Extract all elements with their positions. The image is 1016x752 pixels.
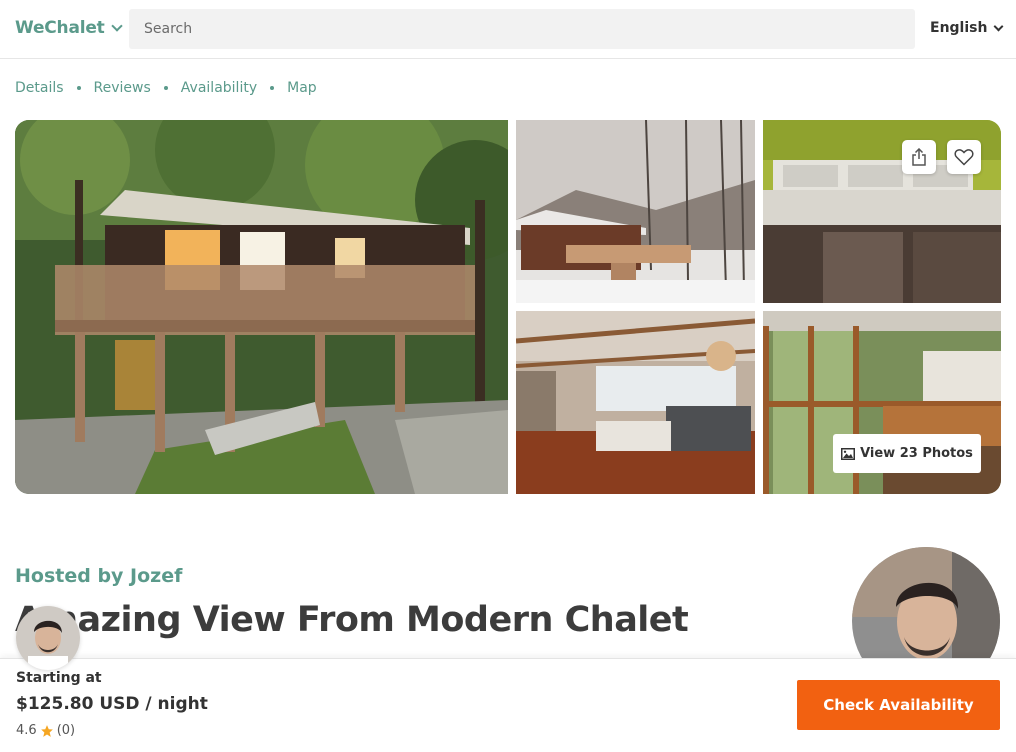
nav-availability[interactable]: Availability (181, 80, 257, 96)
share-icon (912, 148, 926, 166)
nav-details[interactable]: Details (15, 80, 64, 96)
check-availability-button[interactable]: Check Availability (797, 680, 1000, 730)
rating-value: 4.6 (16, 723, 37, 738)
view-photos-button[interactable]: View 23 Photos (833, 434, 981, 473)
language-selector[interactable]: English (930, 20, 1004, 36)
nav-separator (163, 86, 168, 90)
booking-bar: Starting at $125.80 USD / night 4.6 (0) … (0, 658, 1016, 752)
photo-exterior-winter[interactable] (516, 120, 755, 303)
main-photo[interactable] (15, 120, 508, 494)
brand-name: WeChalet (15, 18, 105, 38)
search-input[interactable] (129, 9, 915, 49)
chevron-down-icon (994, 21, 1004, 31)
rating-summary[interactable]: 4.6 (0) (16, 723, 75, 738)
language-label: English (930, 20, 988, 36)
heart-icon (954, 149, 974, 166)
nav-separator (270, 86, 275, 90)
image-icon (841, 447, 856, 460)
photo-living-room[interactable] (516, 311, 755, 494)
review-count: (0) (56, 723, 76, 738)
favorite-button[interactable] (947, 140, 981, 174)
listing-title: Amazing View From Modern Chalet (15, 600, 689, 640)
section-nav: Details Reviews Availability Map (15, 80, 317, 96)
nightly-price: $125.80 USD / night (16, 694, 208, 714)
nav-map[interactable]: Map (287, 80, 317, 96)
brand-menu[interactable]: WeChalet (15, 18, 123, 38)
starting-label: Starting at (16, 670, 102, 686)
nav-separator (76, 86, 81, 90)
photo-gallery: View 23 Photos (15, 120, 1001, 494)
nav-reviews[interactable]: Reviews (94, 80, 151, 96)
share-button[interactable] (902, 140, 936, 174)
chevron-down-icon (110, 20, 123, 32)
view-photos-label: View 23 Photos (860, 446, 973, 461)
star-icon (40, 724, 53, 737)
top-header: WeChalet English (0, 0, 1016, 59)
hosted-by: Hosted by Jozef (15, 565, 183, 587)
host-avatar-small[interactable] (16, 606, 80, 670)
